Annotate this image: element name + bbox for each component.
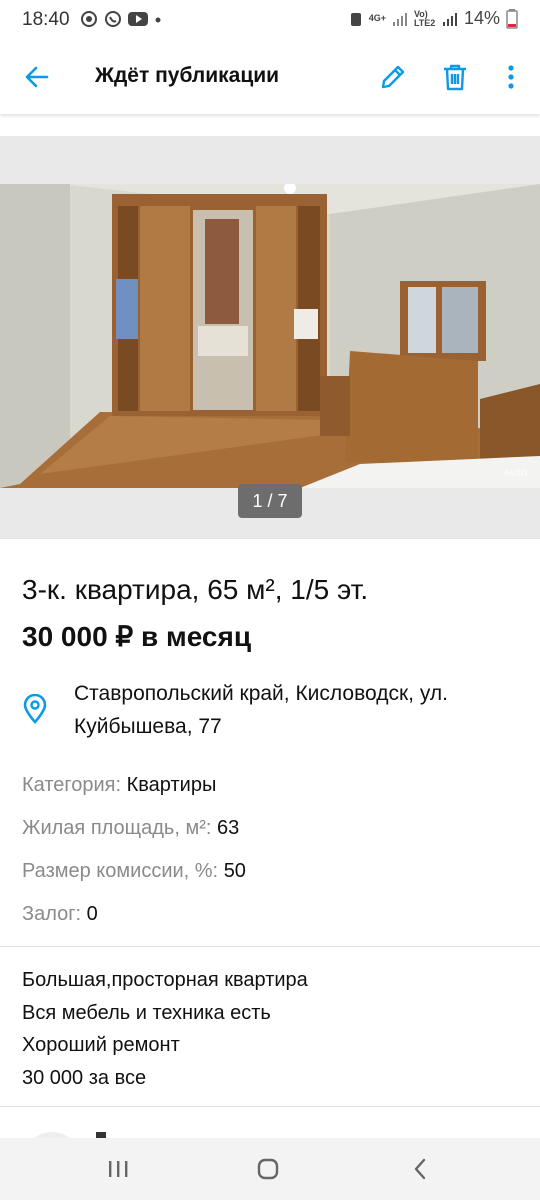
signal-2-icon: [442, 12, 457, 26]
page-title: Ждёт публикации: [95, 64, 280, 87]
listing-price: 30 000 ₽ в месяц: [22, 621, 252, 652]
room-photo-illustration: Avito: [0, 184, 540, 488]
edit-button[interactable]: [370, 54, 416, 100]
param-value: 0: [86, 903, 98, 925]
param-label: Жилая площадь, м²:: [22, 817, 212, 839]
description-line: Большая,просторная квартира: [22, 969, 308, 991]
youtube-icon: [128, 12, 148, 26]
param-label: Залог:: [22, 903, 82, 925]
notification-icons: [80, 10, 162, 28]
param-commission: Размер комиссии, %: 50: [22, 860, 246, 883]
listing-address[interactable]: Ставропольский край, Кисловодск, ул. Куй…: [74, 677, 514, 743]
param-label: Категория:: [22, 774, 122, 796]
description-line: 30 000 за все: [22, 1066, 147, 1089]
description-divider: [0, 1106, 540, 1107]
back-button[interactable]: [14, 54, 60, 100]
status-time: 18:40: [22, 9, 70, 30]
status-bar: 18:40 4G+ Vo) LTE2 14%: [0, 0, 540, 40]
system-status: 4G+ Vo) LTE2 14%: [349, 8, 518, 29]
app-bar: Ждёт публикации: [0, 40, 540, 114]
sync-icon: [81, 11, 97, 27]
gallery-divider: [0, 538, 540, 539]
more-vertical-icon: [508, 65, 514, 89]
home-button[interactable]: [248, 1152, 288, 1186]
chevron-left-icon: [414, 1158, 426, 1180]
whatsapp-icon: [105, 11, 121, 27]
param-value: Квартиры: [126, 774, 217, 796]
system-nav-bar: [0, 1138, 540, 1200]
seller-avatar-partial: [34, 1132, 106, 1138]
back-nav-button[interactable]: [400, 1152, 440, 1186]
photo-counter: 1 / 7: [238, 484, 302, 518]
more-options-button[interactable]: [488, 54, 534, 100]
delete-button[interactable]: [432, 54, 478, 100]
listing-photo[interactable]: Avito: [0, 184, 540, 488]
arrow-left-icon: [25, 66, 49, 88]
listing-description: Большая,просторная квартира Вся мебель и…: [22, 964, 308, 1094]
network-lte-label: Vo) LTE2: [413, 8, 436, 28]
avito-watermark: Avito: [503, 467, 527, 479]
signal-icon: [392, 12, 407, 26]
param-value: 63: [216, 817, 240, 839]
seller-row-partial: [0, 1108, 540, 1138]
listing-headline: 3-к. квартира, 65 м², 1/5 эт.: [22, 574, 369, 605]
pencil-icon: [381, 65, 405, 89]
home-icon: [257, 1158, 279, 1180]
param-category: Категория: Квартиры: [22, 774, 216, 797]
recent-apps-icon: [109, 1161, 128, 1177]
network-4g-label: 4G+: [368, 13, 386, 23]
recent-apps-button[interactable]: [98, 1152, 138, 1186]
param-deposit: Залог: 0: [22, 903, 98, 926]
params-divider: [0, 946, 540, 947]
location-pin-icon: [22, 693, 48, 729]
data-saver-icon: [350, 12, 361, 26]
photo-gallery[interactable]: Avito 1 / 7: [0, 136, 540, 538]
param-living-area: Жилая площадь, м²: 63: [22, 817, 239, 840]
description-line: Вся мебель и техника есть: [22, 1001, 271, 1024]
param-value: 50: [223, 860, 246, 882]
battery-icon: [506, 8, 518, 29]
battery-percent: 14%: [463, 8, 500, 28]
more-notifications-icon: [155, 17, 161, 23]
description-line: Хороший ремонт: [22, 1034, 180, 1056]
trash-icon: [444, 64, 466, 91]
param-label: Размер комиссии, %:: [22, 860, 219, 882]
